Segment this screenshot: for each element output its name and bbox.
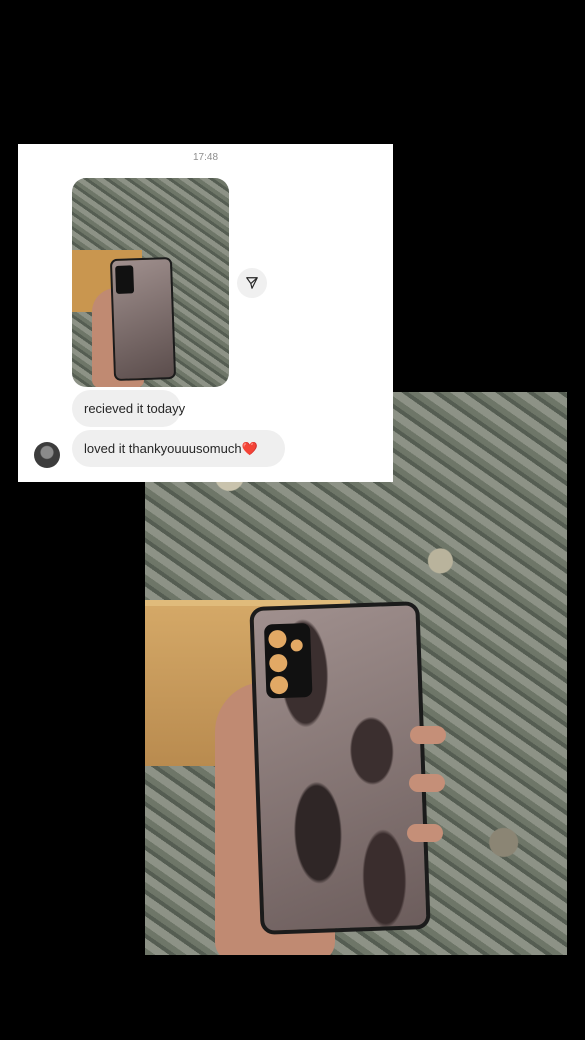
- user-avatar[interactable]: [34, 442, 60, 468]
- message-bubble[interactable]: recieved it todayy: [72, 390, 185, 427]
- phone-case: [249, 601, 431, 935]
- camera-module: [115, 265, 135, 294]
- finger: [409, 774, 445, 792]
- finger: [407, 824, 443, 842]
- camera-module: [263, 622, 313, 699]
- message-timestamp: 17:48: [192, 152, 219, 163]
- send-icon: [246, 277, 258, 289]
- message-bubble[interactable]: loved it thankyouuusomuch❤️: [72, 430, 285, 467]
- phone-case: [109, 256, 177, 382]
- share-button[interactable]: [237, 268, 267, 298]
- finger: [410, 726, 446, 744]
- message-photo[interactable]: [72, 178, 229, 387]
- chat-screenshot: 17:48 recieved it todayy loved it thanky…: [18, 144, 393, 482]
